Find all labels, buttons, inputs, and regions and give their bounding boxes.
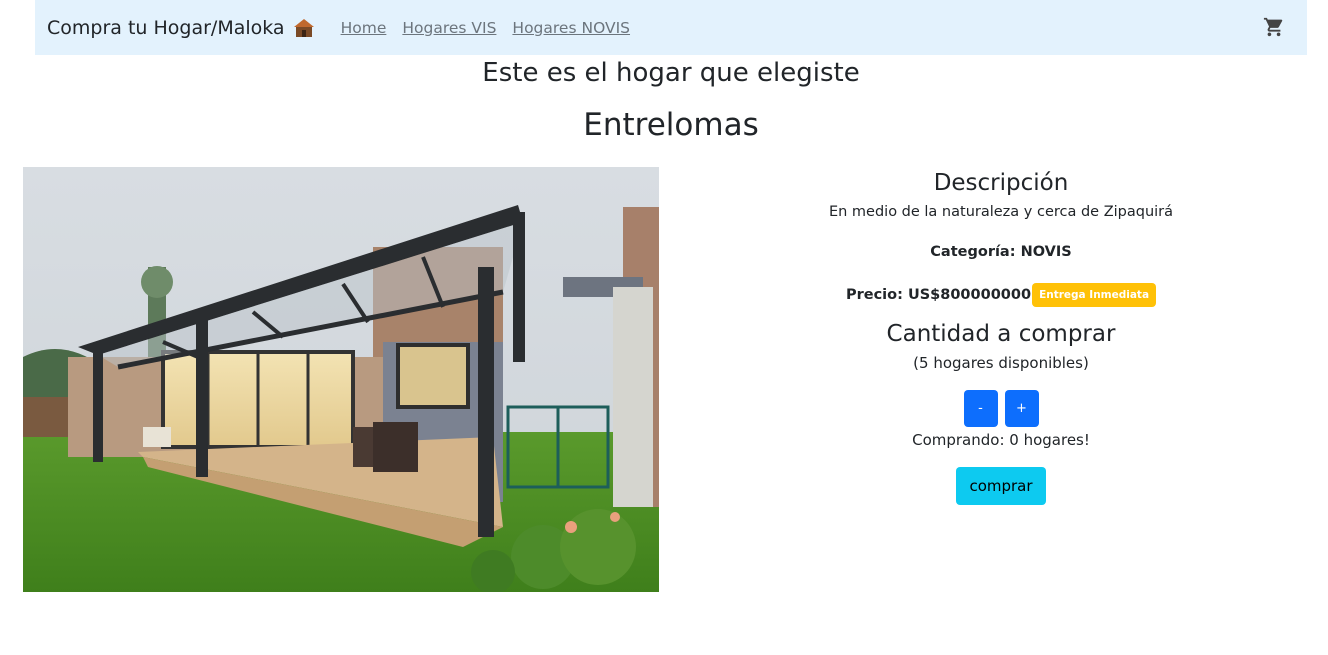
nav-link-hogares-novis[interactable]: Hogares NOVIS: [512, 19, 630, 37]
quantity-title: Cantidad a comprar: [886, 321, 1116, 347]
page-heading: Este es el hogar que elegiste: [482, 58, 860, 88]
shopping-cart-icon[interactable]: [1263, 16, 1285, 38]
brand[interactable]: Compra tu Hogar/Maloka: [47, 17, 315, 39]
brand-name: Compra tu Hogar/Maloka: [47, 16, 285, 39]
description-text: En medio de la naturaleza y cerca de Zip…: [828, 204, 1174, 220]
quantity-stepper: - +: [701, 390, 1301, 427]
description-title: Descripción: [933, 170, 1069, 196]
navbar: Compra tu Hogar/Maloka Home Hogares VIS …: [35, 0, 1307, 55]
decrement-button[interactable]: -: [963, 390, 998, 427]
details-panel: Descripción En medio de la naturaleza y …: [701, 168, 1301, 505]
house-icon: [293, 18, 314, 37]
nav-links: Home Hogares VIS Hogares NOVIS: [341, 19, 646, 37]
buying-status: Comprando: 0 hogares!: [912, 431, 1090, 449]
nav-link-hogares-vis[interactable]: Hogares VIS: [402, 19, 496, 37]
price-text: Precio: US$800000000: [845, 287, 1032, 303]
available-text: (5 hogares disponibles): [913, 354, 1089, 372]
buy-button[interactable]: comprar: [956, 467, 1046, 505]
home-photo: [23, 167, 659, 592]
home-name: Entrelomas: [583, 107, 759, 143]
price-row: Precio: US$800000000 Entrega Inmediata: [701, 283, 1301, 307]
delivery-badge: Entrega Inmediata: [1032, 283, 1157, 307]
increment-button[interactable]: +: [1004, 390, 1039, 427]
nav-link-home[interactable]: Home: [341, 19, 387, 37]
category-text: Categoría: NOVIS: [930, 244, 1072, 260]
